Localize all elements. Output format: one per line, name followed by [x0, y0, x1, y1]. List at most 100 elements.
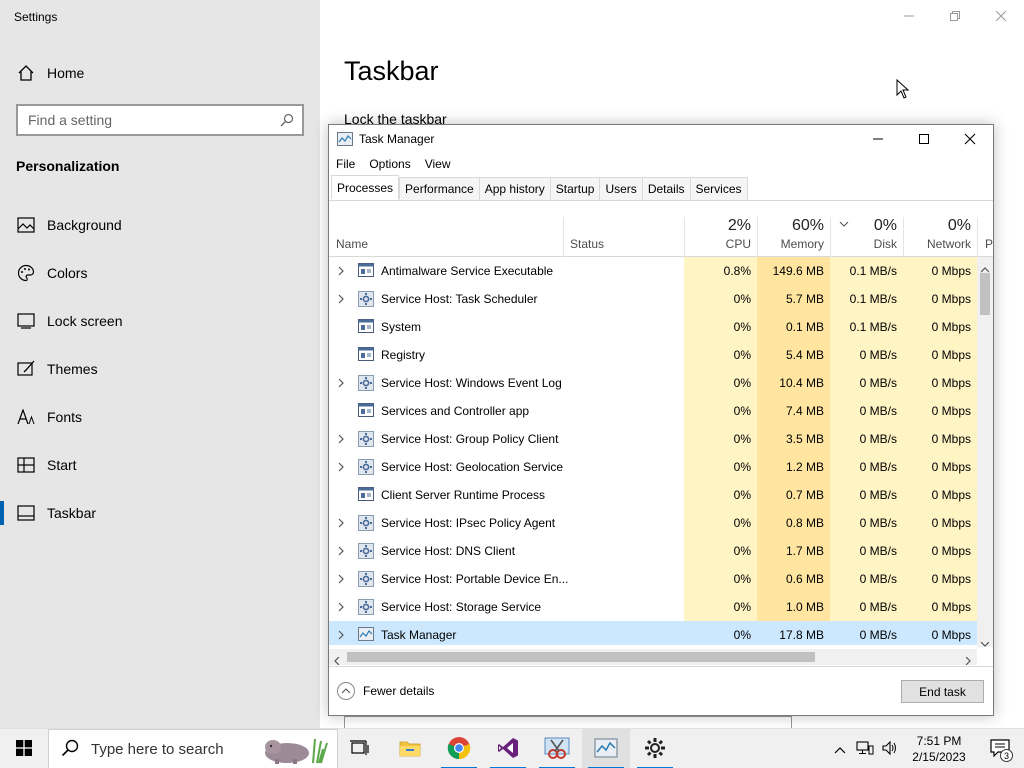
table-row[interactable]: System 0% 0.1 MB 0.1 MB/s 0 Mbps — [329, 313, 977, 341]
process-cpu: 0% — [684, 369, 757, 397]
tab-app-history[interactable]: App history — [478, 177, 551, 200]
horizontal-scrollbar[interactable] — [329, 649, 977, 666]
column-header-network[interactable]: 0% Network — [903, 217, 977, 257]
process-network: 0 Mbps — [903, 537, 977, 565]
sidebar-item-home[interactable]: Home — [0, 53, 320, 93]
visual-studio-button[interactable] — [484, 729, 532, 768]
process-cpu: 0% — [684, 285, 757, 313]
process-disk: 0.1 MB/s — [830, 257, 903, 285]
table-row[interactable]: Registry 0% 5.4 MB 0 MB/s 0 Mbps — [329, 341, 977, 369]
table-row[interactable]: Service Host: Group Policy Client 0% 3.5 M… — [329, 425, 977, 453]
process-name: Service Host: Group Policy Client — [381, 432, 559, 446]
minimize-button[interactable] — [855, 125, 901, 153]
menu-view[interactable]: View — [418, 155, 458, 175]
expand-chevron-icon[interactable] — [337, 573, 345, 585]
show-hidden-icons-chevron-icon[interactable] — [834, 742, 846, 757]
palette-icon — [16, 263, 36, 283]
search-icon — [61, 739, 79, 760]
process-network: 0 Mbps — [903, 481, 977, 509]
menu-options[interactable]: Options — [362, 155, 417, 175]
end-task-button[interactable]: End task — [901, 680, 984, 703]
settings-search-input[interactable] — [28, 112, 268, 128]
process-network: 0 Mbps — [903, 593, 977, 621]
memory-total: 60% — [791, 217, 824, 234]
table-row[interactable]: Service Host: IPsec Policy Agent 0% 0.8 MB… — [329, 509, 977, 537]
expand-chevron-icon[interactable] — [337, 461, 345, 473]
table-row[interactable]: Task Manager 0% 17.8 MB 0 MB/s 0 Mbps — [329, 621, 977, 645]
column-header-power[interactable]: P — [977, 217, 993, 257]
column-header-cpu[interactable]: 2% CPU — [684, 217, 757, 257]
sidebar-item-fonts[interactable]: Fonts — [0, 397, 320, 437]
table-row[interactable]: Service Host: Portable Device En... 0% 0.6… — [329, 565, 977, 593]
sidebar-item-background[interactable]: Background — [0, 205, 320, 245]
search-icon[interactable] — [280, 113, 294, 130]
process-memory: 1.7 MB — [757, 537, 830, 565]
taskbar-search-box[interactable]: Type here to search — [48, 729, 338, 768]
table-row[interactable]: Service Host: Windows Event Log 0% 10.4 MB… — [329, 369, 977, 397]
tab-processes[interactable]: Processes — [331, 175, 400, 199]
settings-taskbar-button[interactable] — [631, 729, 679, 768]
settings-search-box[interactable] — [16, 104, 304, 136]
column-header-disk[interactable]: 0% Disk — [830, 217, 903, 257]
process-cpu: 0% — [684, 537, 757, 565]
volume-icon[interactable] — [882, 740, 898, 758]
clock-time: 7:51 PM — [916, 734, 962, 748]
expand-chevron-icon[interactable] — [337, 377, 345, 389]
table-row[interactable]: Service Host: Storage Service 0% 1.0 MB 0 M… — [329, 593, 977, 621]
sidebar-item-start[interactable]: Start — [0, 445, 320, 485]
process-memory: 17.8 MB — [779, 628, 824, 642]
tab-services[interactable]: Services — [689, 177, 748, 200]
column-header-name[interactable]: Name — [336, 237, 368, 251]
table-row[interactable]: Services and Controller app 0% 7.4 MB 0 MB/… — [329, 397, 977, 425]
horizontal-scroll-thumb[interactable] — [347, 652, 815, 662]
menu-file[interactable]: File — [329, 155, 362, 175]
sidebar-item-colors[interactable]: Colors — [0, 253, 320, 293]
chrome-button[interactable] — [435, 729, 483, 768]
table-row[interactable]: Client Server Runtime Process 0% 0.7 MB 0 M… — [329, 481, 977, 509]
hidden-dropdown[interactable] — [344, 716, 792, 728]
task-view-button[interactable] — [336, 729, 384, 768]
expand-chevron-icon[interactable] — [337, 265, 345, 277]
network-icon[interactable] — [856, 740, 874, 758]
table-row[interactable]: Service Host: Task Scheduler 0% 5.7 MB 0.1 … — [329, 285, 977, 313]
scroll-down-arrow-icon[interactable] — [980, 635, 990, 650]
task-manager-titlebar[interactable]: Task Manager — [329, 125, 993, 153]
vertical-scroll-thumb[interactable] — [980, 273, 990, 315]
sidebar-item-taskbar[interactable]: Taskbar — [0, 493, 320, 533]
tab-users[interactable]: Users — [599, 177, 643, 200]
process-disk: 0 MB/s — [830, 537, 903, 565]
expand-chevron-icon[interactable] — [337, 629, 345, 641]
search-highlight-icon — [257, 735, 333, 768]
table-row[interactable]: Service Host: DNS Client 0% 1.7 MB 0 MB/s 0 … — [329, 537, 977, 565]
system-clock[interactable]: 7:51 PM 2/15/2023 — [906, 733, 972, 765]
sidebar-item-lock-screen[interactable]: Lock screen — [0, 301, 320, 341]
file-explorer-button[interactable] — [386, 729, 434, 768]
close-button[interactable] — [978, 0, 1024, 32]
expand-chevron-icon[interactable] — [337, 601, 345, 613]
fewer-details-button[interactable]: Fewer details — [337, 682, 434, 700]
action-center-button[interactable]: 3 — [976, 729, 1024, 768]
start-button[interactable] — [0, 729, 48, 768]
expand-chevron-icon[interactable] — [337, 545, 345, 557]
restore-button[interactable] — [932, 0, 978, 32]
maximize-button[interactable] — [901, 125, 947, 153]
windows-logo-icon — [16, 739, 32, 759]
task-manager-taskbar-button[interactable] — [582, 729, 630, 768]
expand-chevron-icon[interactable] — [337, 433, 345, 445]
expand-chevron-icon[interactable] — [337, 517, 345, 529]
expand-chevron-icon[interactable] — [337, 293, 345, 305]
table-row[interactable]: Antimalware Service Executable 0.8% 149.6 … — [329, 257, 977, 285]
column-header-memory[interactable]: 60% Memory — [757, 217, 830, 257]
process-name: Antimalware Service Executable — [381, 264, 554, 278]
sidebar-item-themes[interactable]: Themes — [0, 349, 320, 389]
tab-startup[interactable]: Startup — [549, 177, 601, 200]
tab-details[interactable]: Details — [641, 177, 691, 200]
tab-performance[interactable]: Performance — [399, 177, 480, 200]
vertical-scrollbar[interactable] — [977, 257, 993, 647]
minimize-button[interactable] — [886, 0, 932, 32]
snipping-tool-button[interactable] — [533, 729, 581, 768]
table-row[interactable]: Service Host: Geolocation Service 0% 1.2 M… — [329, 453, 977, 481]
visual-studio-icon — [497, 737, 519, 762]
close-button[interactable] — [947, 125, 993, 153]
column-header-status-cell[interactable]: Status — [563, 217, 684, 257]
